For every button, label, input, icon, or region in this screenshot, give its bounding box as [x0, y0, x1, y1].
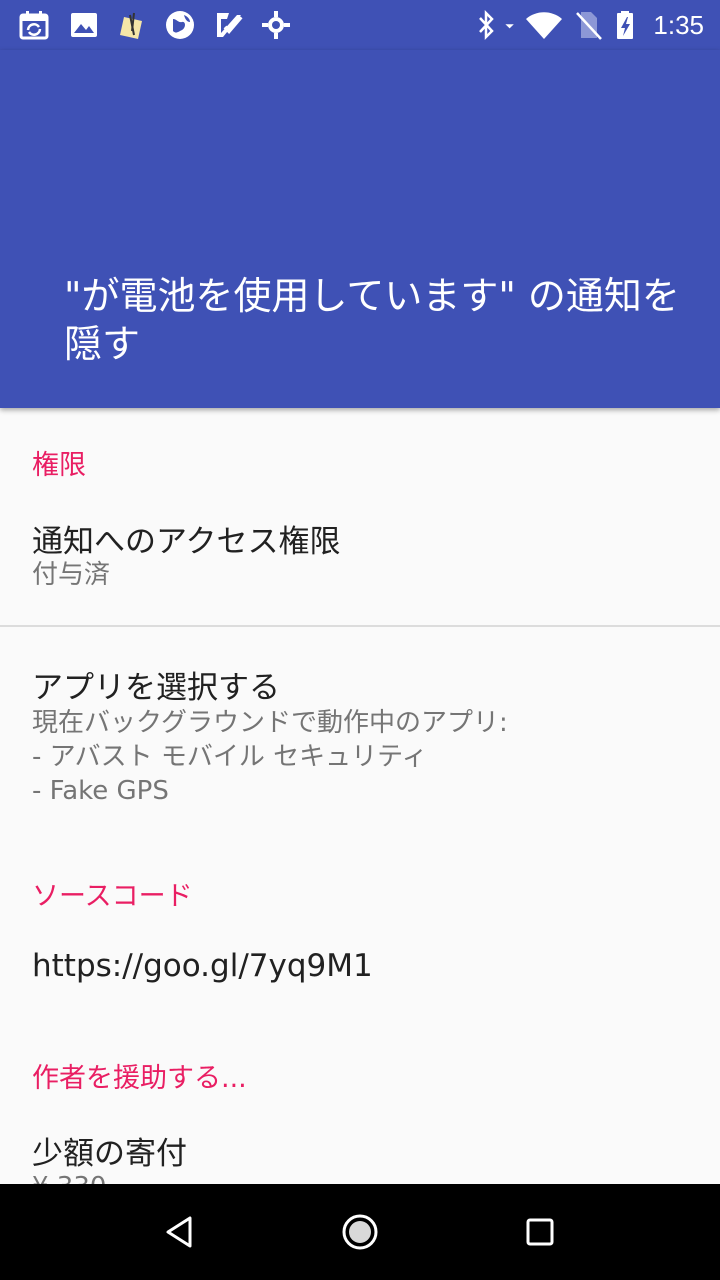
checkmark-app-icon [213, 9, 245, 41]
app-bar: "が電池を使用しています" の通知を隠す [0, 50, 720, 408]
divider [0, 625, 720, 627]
pref-select-apps[interactable]: アプリを選択する 現在バックグラウンドで動作中のアプリ: - アバスト モバイル… [0, 640, 720, 820]
pref-notification-access-title: 通知へのアクセス権限 [32, 524, 341, 560]
pref-select-apps-title: アプリを選択する [32, 670, 280, 706]
battery-charging-icon [610, 9, 642, 41]
clock: 1:35 [653, 10, 704, 40]
pref-select-apps-summary-line1: 現在バックグラウンドで動作中のアプリ: [32, 708, 508, 738]
no-sim-icon [572, 9, 604, 41]
back-icon[interactable] [152, 1204, 208, 1260]
bluetooth-icon [470, 9, 502, 41]
home-icon[interactable] [332, 1204, 388, 1260]
recents-icon[interactable] [512, 1204, 568, 1260]
globe-app-icon [164, 9, 196, 41]
pref-notification-access[interactable]: 通知へのアクセス権限 付与済 [0, 498, 720, 624]
category-support: 作者を援助する... [32, 1063, 247, 1094]
pref-donate-summary: ¥ 330 [32, 1170, 106, 1184]
pref-source-url[interactable]: https://goo.gl/7yq9M1 [0, 928, 720, 1008]
status-bar: 1:35 [0, 0, 720, 50]
pref-donate-title: 少額の寄付 [32, 1136, 187, 1172]
gps-app-icon [260, 9, 292, 41]
page-title: "が電池を使用しています" の通知を隠す [64, 274, 680, 366]
source-code-link: https://goo.gl/7yq9M1 [32, 948, 373, 984]
notes-app-icon [116, 9, 148, 41]
category-permissions: 権限 [32, 450, 86, 481]
preferences-list: 権限 通知へのアクセス権限 付与済 アプリを選択する 現在バックグラウンドで動作… [0, 408, 720, 1184]
category-source-code: ソースコード [32, 881, 193, 912]
pref-select-apps-summary-line3: - Fake GPS [32, 776, 169, 806]
image-icon [68, 9, 100, 41]
navigation-bar [0, 1184, 720, 1280]
pref-notification-access-summary: 付与済 [32, 560, 111, 590]
pref-donate[interactable]: 少額の寄付 ¥ 330 [0, 1110, 720, 1184]
pref-select-apps-summary-line2: - アバスト モバイル セキュリティ [32, 742, 428, 772]
wifi-icon [524, 9, 564, 41]
sync-calendar-icon [18, 9, 50, 41]
